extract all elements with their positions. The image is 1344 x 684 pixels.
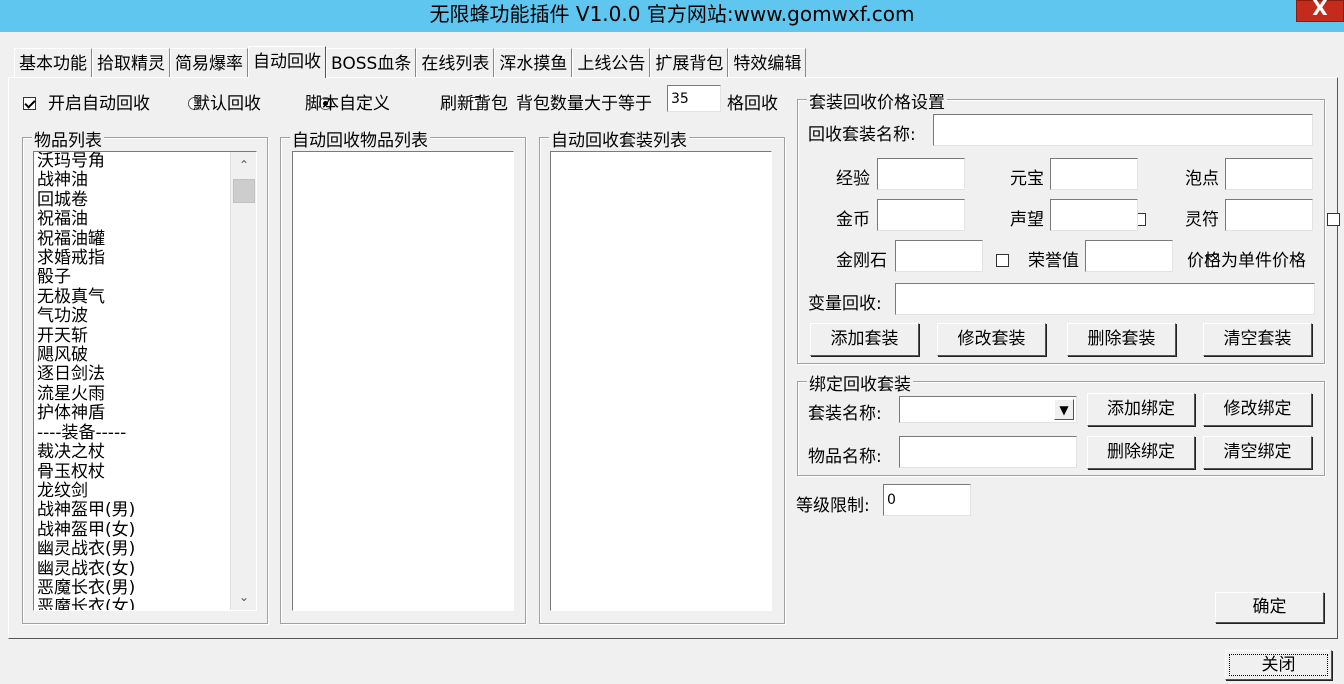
list-item[interactable]: 流星火雨 bbox=[34, 384, 230, 404]
bind-suit-name-label: 套装名称: bbox=[808, 404, 882, 424]
lingfu-checkbox[interactable] bbox=[1326, 212, 1340, 226]
tab-online-list[interactable]: 在线列表 bbox=[416, 48, 495, 78]
list-item[interactable]: 气功波 bbox=[34, 306, 230, 326]
bag-count-input[interactable] bbox=[667, 85, 721, 112]
add-bind-button[interactable]: 添加绑定 bbox=[1087, 393, 1195, 426]
close-button[interactable]: 关闭 bbox=[1225, 650, 1332, 680]
list-item[interactable]: 战神盔甲(男) bbox=[34, 500, 230, 520]
honor-input[interactable] bbox=[1085, 240, 1173, 272]
suit-price-title: 套装回收价格设置 bbox=[807, 88, 947, 113]
auto-recycle-checkbox[interactable] bbox=[23, 96, 36, 110]
level-limit-input[interactable] bbox=[883, 484, 971, 516]
list-item[interactable]: 骨玉权杖 bbox=[34, 462, 230, 482]
diamond-checkbox[interactable] bbox=[996, 253, 1010, 267]
yuanbao-input[interactable] bbox=[1050, 158, 1138, 190]
list-item[interactable]: 无极真气 bbox=[34, 287, 230, 307]
list-item[interactable]: 龙纹剑 bbox=[34, 481, 230, 501]
list-item[interactable]: 开天斩 bbox=[34, 326, 230, 346]
paodian-label: 泡点 bbox=[1185, 169, 1219, 189]
prestige-input[interactable] bbox=[1050, 199, 1138, 231]
tab-effect-edit[interactable]: 特效编辑 bbox=[728, 48, 807, 78]
item-list-title: 物品列表 bbox=[32, 126, 104, 151]
diamond-label: 金刚石 bbox=[836, 251, 887, 271]
list-item[interactable]: 战神盔甲(女) bbox=[34, 520, 230, 540]
bag-count-suffix: 格回收 bbox=[727, 94, 778, 114]
yuanbao-label: 元宝 bbox=[1010, 169, 1044, 189]
clear-suit-button[interactable]: 清空套装 bbox=[1203, 323, 1312, 356]
list-item[interactable]: ----装备----- bbox=[34, 423, 230, 443]
recycle-suit-listbox[interactable] bbox=[550, 151, 772, 611]
list-item[interactable]: 恶魔长衣(女) bbox=[34, 597, 230, 610]
diamond-input[interactable] bbox=[895, 240, 983, 272]
recycle-item-listbox[interactable] bbox=[292, 151, 514, 611]
tab-extend-bag[interactable]: 扩展背包 bbox=[650, 48, 729, 78]
confirm-button[interactable]: 确定 bbox=[1215, 592, 1324, 623]
tab-strip: 基本功能 拾取精灵 简易爆率 自动回收 BOSS血条 在线列表 浑水摸鱼 上线公… bbox=[14, 46, 807, 78]
unit-price-note: 价格为单件价格 bbox=[1187, 251, 1306, 271]
bind-item-name-input[interactable] bbox=[899, 436, 1077, 468]
list-item[interactable]: 幽灵战衣(男) bbox=[34, 539, 230, 559]
list-item[interactable]: 沃玛号角 bbox=[34, 152, 230, 171]
tab-boss-bar[interactable]: BOSS血条 bbox=[326, 48, 417, 78]
list-item[interactable]: 飓风破 bbox=[34, 345, 230, 365]
list-item[interactable]: 恶魔长衣(男) bbox=[34, 578, 230, 598]
var-recycle-label: 变量回收: bbox=[808, 294, 882, 314]
tab-drop-rate[interactable]: 简易爆率 bbox=[170, 48, 248, 78]
chevron-down-icon[interactable]: ▼ bbox=[1054, 399, 1074, 420]
paodian-input[interactable] bbox=[1225, 158, 1313, 190]
window-close-button[interactable]: X bbox=[1296, 0, 1344, 22]
edit-bind-button[interactable]: 修改绑定 bbox=[1203, 393, 1312, 426]
auto-recycle-label: 开启自动回收 bbox=[48, 94, 150, 114]
clear-bind-button[interactable]: 清空绑定 bbox=[1203, 436, 1312, 469]
list-item[interactable]: 求婚戒指 bbox=[34, 248, 230, 268]
list-item[interactable]: 战神油 bbox=[34, 170, 230, 190]
var-recycle-input[interactable] bbox=[895, 283, 1315, 315]
suit-name-label: 回收套装名称: bbox=[808, 125, 916, 145]
recycle-suit-list-title: 自动回收套装列表 bbox=[549, 126, 689, 151]
honor-label: 荣誉值 bbox=[1028, 251, 1079, 271]
default-recycle-label: 默认回收 bbox=[193, 94, 261, 114]
lingfu-input[interactable] bbox=[1225, 199, 1313, 231]
scroll-up-icon[interactable]: ⌃ bbox=[233, 154, 255, 176]
bind-item-name-label: 物品名称: bbox=[808, 447, 882, 467]
tab-auto-recycle[interactable]: 自动回收 bbox=[248, 46, 326, 78]
gold-label: 金币 bbox=[836, 210, 870, 230]
tab-login-notice[interactable]: 上线公告 bbox=[572, 48, 651, 78]
refresh-bag-label: 刷新背包 bbox=[440, 94, 508, 114]
list-item[interactable]: 逐日剑法 bbox=[34, 365, 230, 385]
scroll-down-icon[interactable]: ⌄ bbox=[233, 586, 255, 608]
bind-suit-title: 绑定回收套装 bbox=[807, 370, 913, 395]
list-item[interactable]: 祝福油 bbox=[34, 209, 230, 229]
add-suit-button[interactable]: 添加套装 bbox=[810, 323, 919, 356]
delete-bind-button[interactable]: 删除绑定 bbox=[1087, 436, 1195, 469]
bind-suit-name-select[interactable]: ▼ bbox=[899, 396, 1077, 423]
lingfu-label: 灵符 bbox=[1185, 210, 1219, 230]
item-listbox[interactable]: 沃玛号角 战神油 回城卷 祝福油 祝福油罐 求婚戒指 骰子 无极真气 气功波 开… bbox=[33, 151, 257, 611]
gold-input[interactable] bbox=[877, 199, 965, 231]
list-item[interactable]: 裁决之杖 bbox=[34, 442, 230, 462]
list-item[interactable]: 祝福油罐 bbox=[34, 229, 230, 249]
tab-muddy-fish[interactable]: 浑水摸鱼 bbox=[494, 48, 573, 78]
window-title: 无限蜂功能插件 V1.0.0 官方网站:www.gomwxf.com bbox=[429, 2, 915, 26]
tab-basic[interactable]: 基本功能 bbox=[14, 48, 92, 78]
list-item[interactable]: 护体神盾 bbox=[34, 403, 230, 423]
suit-name-input[interactable] bbox=[933, 114, 1313, 146]
exp-input[interactable] bbox=[877, 158, 965, 190]
scroll-thumb[interactable] bbox=[233, 179, 255, 203]
level-limit-label: 等级限制: bbox=[796, 496, 870, 516]
prestige-label: 声望 bbox=[1010, 210, 1044, 230]
bag-count-label: 背包数量大于等于 bbox=[516, 94, 652, 114]
edit-suit-button[interactable]: 修改套装 bbox=[937, 323, 1046, 356]
script-custom-label: 脚本自定义 bbox=[305, 94, 390, 114]
list-item[interactable]: 骰子 bbox=[34, 268, 230, 288]
delete-suit-button[interactable]: 删除套装 bbox=[1067, 323, 1176, 356]
item-list-scrollbar[interactable]: ⌃ ⌄ bbox=[230, 152, 256, 610]
exp-label: 经验 bbox=[836, 169, 870, 189]
list-item[interactable]: 回城卷 bbox=[34, 190, 230, 210]
recycle-item-list-title: 自动回收物品列表 bbox=[290, 126, 430, 151]
list-item[interactable]: 幽灵战衣(女) bbox=[34, 559, 230, 579]
tab-pickup[interactable]: 拾取精灵 bbox=[92, 48, 170, 78]
